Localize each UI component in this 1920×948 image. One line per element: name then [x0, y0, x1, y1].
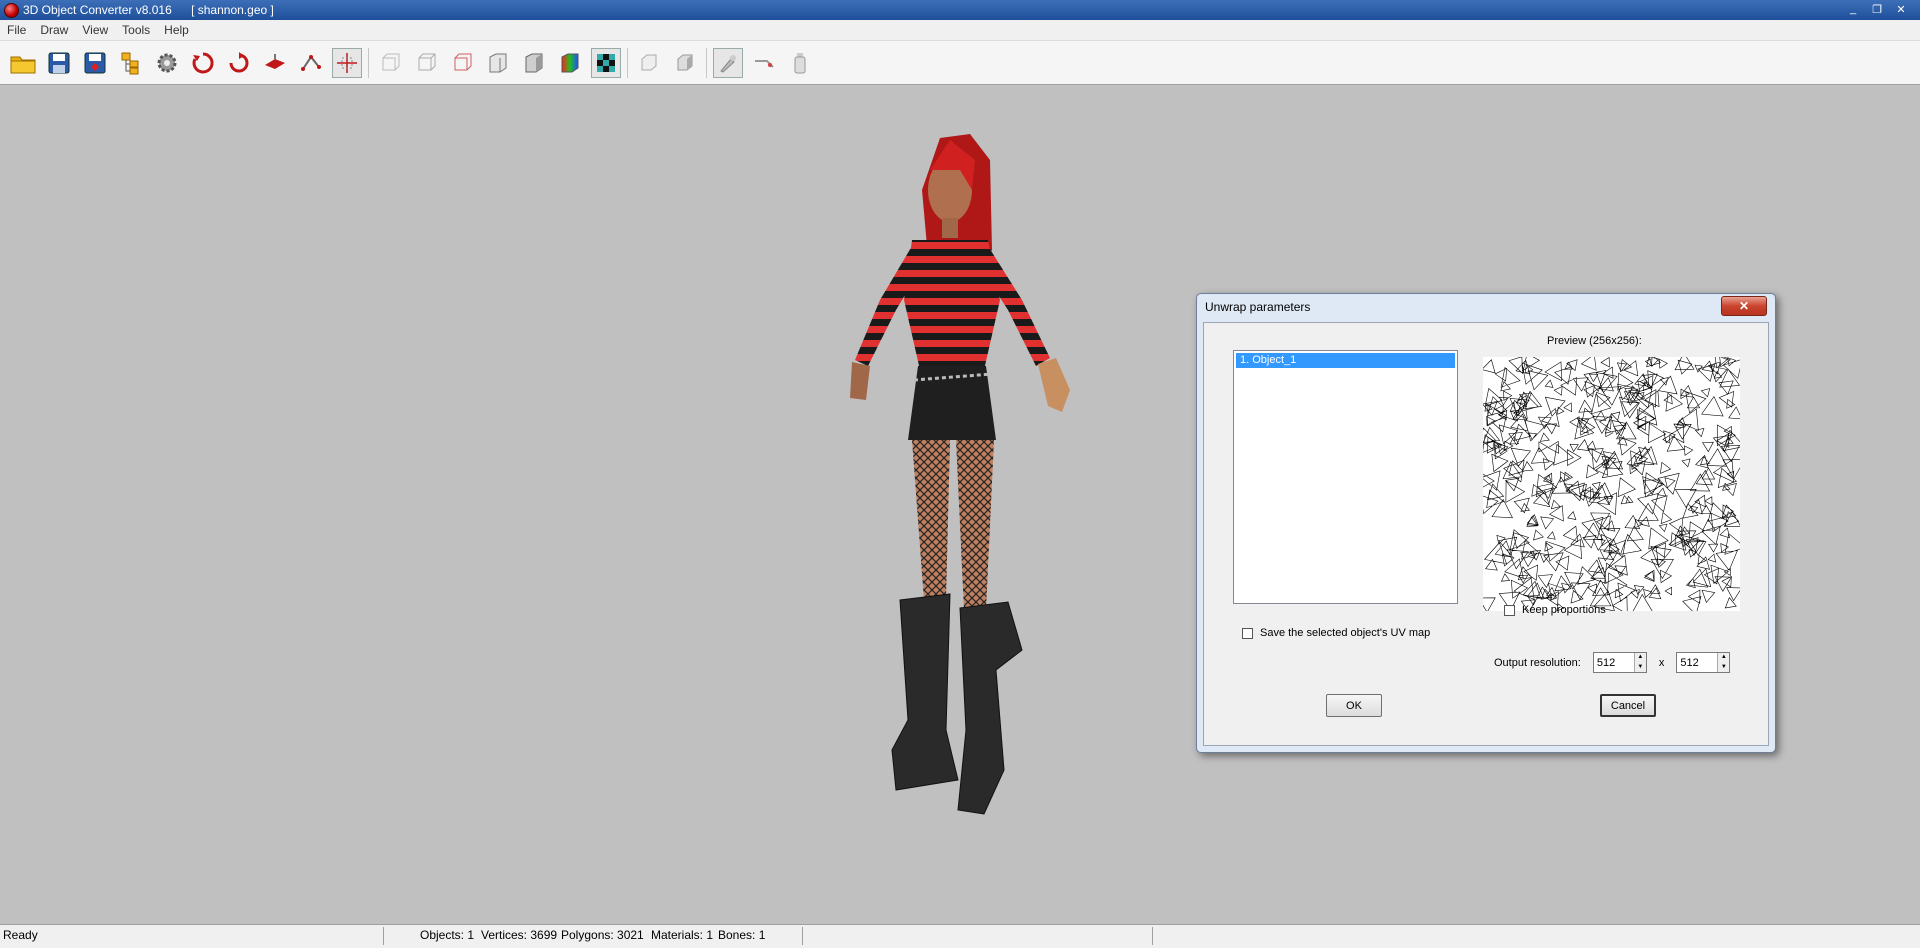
axes-icon[interactable]: [332, 47, 362, 78]
toolbar-separator: [627, 47, 628, 78]
list-item[interactable]: 1. Object_1: [1236, 353, 1455, 368]
status-bones: Bones: 1: [718, 928, 766, 942]
title-bar: 3D Object Converter v8.016 [ shannon.geo…: [0, 0, 1920, 20]
status-polygons: Polygons: 3021: [561, 928, 644, 942]
rotate-z-icon[interactable]: [260, 48, 290, 78]
keep-proportions-row: Keep proportions: [1504, 604, 1606, 616]
cancel-button[interactable]: Cancel: [1600, 694, 1656, 717]
ok-button[interactable]: OK: [1326, 694, 1382, 717]
bone-icon[interactable]: [296, 48, 326, 78]
rotate-x-icon[interactable]: [188, 48, 218, 78]
view-top-icon[interactable]: [447, 48, 477, 78]
window-title: 3D Object Converter v8.016 [ shannon.geo…: [23, 3, 274, 17]
status-materials: Materials: 1: [651, 928, 714, 942]
menu-bar: File Draw View Tools Help: [0, 20, 1920, 41]
app-title: 3D Object Converter v8.016: [23, 3, 172, 17]
unwrap-parameters-dialog: Unwrap parameters ✕ 1. Object_1 Preview …: [1196, 293, 1776, 753]
toolbar-separator: [368, 47, 369, 78]
status-divider: [802, 927, 803, 945]
hierarchy-icon[interactable]: [116, 48, 146, 78]
spin-down-icon[interactable]: ▼: [1634, 662, 1646, 672]
save-uv-label: Save the selected object's UV map: [1260, 627, 1431, 639]
menu-file[interactable]: File: [0, 23, 33, 37]
tool-icon[interactable]: [749, 48, 779, 78]
toolbar: [0, 41, 1920, 85]
paint-brush-icon[interactable]: [713, 47, 743, 78]
uv-wireframe: [1478, 350, 1746, 616]
open-folder-icon[interactable]: [8, 48, 38, 78]
toolbar-separator: [706, 47, 707, 78]
light2-icon[interactable]: [670, 48, 700, 78]
save-icon[interactable]: [44, 48, 74, 78]
dialog-close-button[interactable]: ✕: [1721, 296, 1767, 316]
resolution-x-arrows[interactable]: ▲ ▼: [1633, 653, 1646, 672]
output-resolution-row: Output resolution: 512 ▲ ▼ x 512 ▲ ▼: [1494, 652, 1731, 673]
status-vertices: Vertices: 3699: [481, 928, 558, 942]
restore-button[interactable]: ❐: [1866, 1, 1888, 17]
checker-texture-icon[interactable]: [591, 47, 621, 78]
status-bar: Ready Objects: 1 Vertices: 3699 Polygons…: [0, 924, 1920, 948]
uv-preview: [1478, 350, 1746, 616]
resolution-x-stepper[interactable]: 512 ▲ ▼: [1592, 652, 1647, 673]
output-resolution-label: Output resolution:: [1494, 656, 1581, 669]
color-cube-icon[interactable]: [555, 48, 585, 78]
menu-draw[interactable]: Draw: [33, 23, 75, 37]
object-list[interactable]: 1. Object_1: [1233, 350, 1458, 604]
spin-up-icon[interactable]: ▲: [1634, 653, 1646, 663]
light-icon[interactable]: [634, 48, 664, 78]
rotate-y-icon[interactable]: [224, 48, 254, 78]
save-uv-row: Save the selected object's UV map: [1242, 627, 1430, 639]
app-icon[interactable]: [4, 2, 19, 18]
resolution-y-arrows[interactable]: ▲ ▼: [1717, 653, 1730, 672]
resolution-x-value[interactable]: 512: [1597, 657, 1615, 669]
view-side-icon[interactable]: [411, 48, 441, 78]
preview-label: Preview (256x256):: [1547, 335, 1642, 347]
dialog-title: Unwrap parameters: [1205, 300, 1311, 314]
dialog-body: 1. Object_1 Preview (256x256): Save the …: [1203, 322, 1769, 746]
view-front-icon[interactable]: [375, 48, 405, 78]
shaded-cube-icon[interactable]: [519, 48, 549, 78]
close-window-button[interactable]: ✕: [1890, 1, 1912, 17]
status-divider: [383, 927, 384, 945]
save-uv-checkbox[interactable]: [1242, 627, 1253, 639]
keep-proportions-label: Keep proportions: [1522, 604, 1606, 616]
window-controls: _ ❐ ✕: [1842, 1, 1912, 17]
status-divider: [1152, 927, 1153, 945]
bottle-icon[interactable]: [785, 48, 815, 78]
file-name: [ shannon.geo ]: [191, 3, 274, 17]
times-label: x: [1658, 656, 1665, 669]
status-ready: Ready: [3, 928, 38, 942]
menu-view[interactable]: View: [75, 23, 115, 37]
spin-down-icon[interactable]: ▼: [1718, 662, 1730, 672]
menu-tools[interactable]: Tools: [115, 23, 157, 37]
save-as-icon[interactable]: [80, 48, 110, 78]
keep-proportions-checkbox[interactable]: [1504, 604, 1515, 616]
3d-model-render: [850, 134, 1070, 815]
resolution-y-stepper[interactable]: 512 ▲ ▼: [1676, 652, 1731, 673]
solid-cube-icon[interactable]: [483, 48, 513, 78]
resolution-y-value[interactable]: 512: [1680, 657, 1698, 669]
menu-help[interactable]: Help: [157, 23, 196, 37]
minimize-button[interactable]: _: [1842, 1, 1864, 17]
spin-up-icon[interactable]: ▲: [1718, 653, 1730, 663]
status-objects: Objects: 1: [420, 928, 475, 942]
settings-gear-icon[interactable]: [152, 48, 182, 78]
